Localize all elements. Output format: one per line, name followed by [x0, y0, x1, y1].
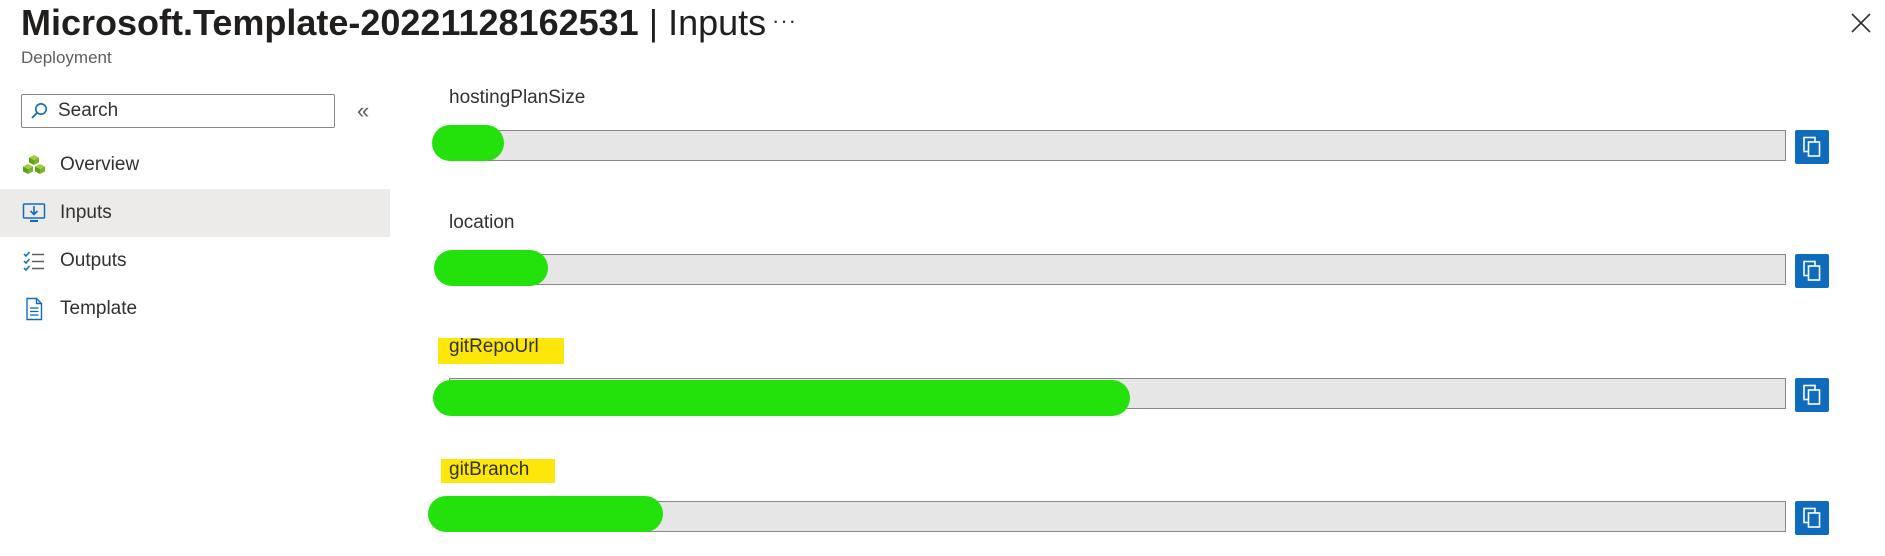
- copy-icon: [1803, 507, 1821, 528]
- field-label-hostingplansize: hostingPlanSize: [449, 87, 586, 108]
- collapse-sidebar-button[interactable]: «: [357, 98, 369, 124]
- template-document-icon: [22, 297, 46, 321]
- sidebar-item-label: Template: [60, 298, 138, 319]
- sidebar-nav: Overview Inputs Outputs Template: [0, 141, 390, 333]
- field-label-gitbranch: gitBranch: [449, 459, 530, 480]
- copy-icon: [1803, 136, 1821, 157]
- deployment-name: Microsoft.Template-20221128162531: [21, 2, 639, 43]
- field-label-location: location: [449, 212, 515, 233]
- copy-icon: [1803, 260, 1821, 281]
- sidebar-item-label: Inputs: [60, 202, 112, 223]
- more-options-button[interactable]: ···: [772, 8, 797, 34]
- title-separator: |: [648, 2, 659, 43]
- outputs-checklist-icon: [22, 249, 46, 273]
- search-box[interactable]: [21, 94, 335, 128]
- copy-icon: [1803, 384, 1821, 405]
- copy-button[interactable]: [1795, 378, 1829, 412]
- sidebar-item-label: Overview: [60, 154, 140, 175]
- close-icon[interactable]: [1848, 10, 1874, 36]
- redaction-mark: [428, 496, 663, 532]
- overview-cubes-icon: [22, 153, 46, 177]
- copy-button[interactable]: [1795, 501, 1829, 535]
- field-label-gitrepourl: gitRepoUrl: [449, 336, 539, 357]
- section-name: Inputs: [668, 2, 767, 43]
- field-value-location[interactable]: [449, 254, 1786, 285]
- search-icon: [31, 103, 47, 119]
- sidebar-item-overview[interactable]: Overview: [0, 141, 390, 189]
- page-subtitle: Deployment: [21, 48, 112, 67]
- sidebar-item-outputs[interactable]: Outputs: [0, 237, 390, 285]
- search-input[interactable]: [56, 99, 320, 123]
- sidebar-item-inputs[interactable]: Inputs: [0, 189, 390, 237]
- redaction-mark: [434, 250, 548, 286]
- sidebar-item-label: Outputs: [60, 250, 127, 271]
- copy-button[interactable]: [1795, 130, 1829, 164]
- inputs-download-icon: [22, 201, 46, 225]
- redaction-mark: [433, 380, 1130, 416]
- field-value-hostingplansize[interactable]: [449, 130, 1786, 161]
- copy-button[interactable]: [1795, 254, 1829, 288]
- sidebar-item-template[interactable]: Template: [0, 285, 390, 333]
- redaction-mark: [432, 125, 504, 161]
- page-title: Microsoft.Template-20221128162531 | Inpu…: [21, 0, 766, 46]
